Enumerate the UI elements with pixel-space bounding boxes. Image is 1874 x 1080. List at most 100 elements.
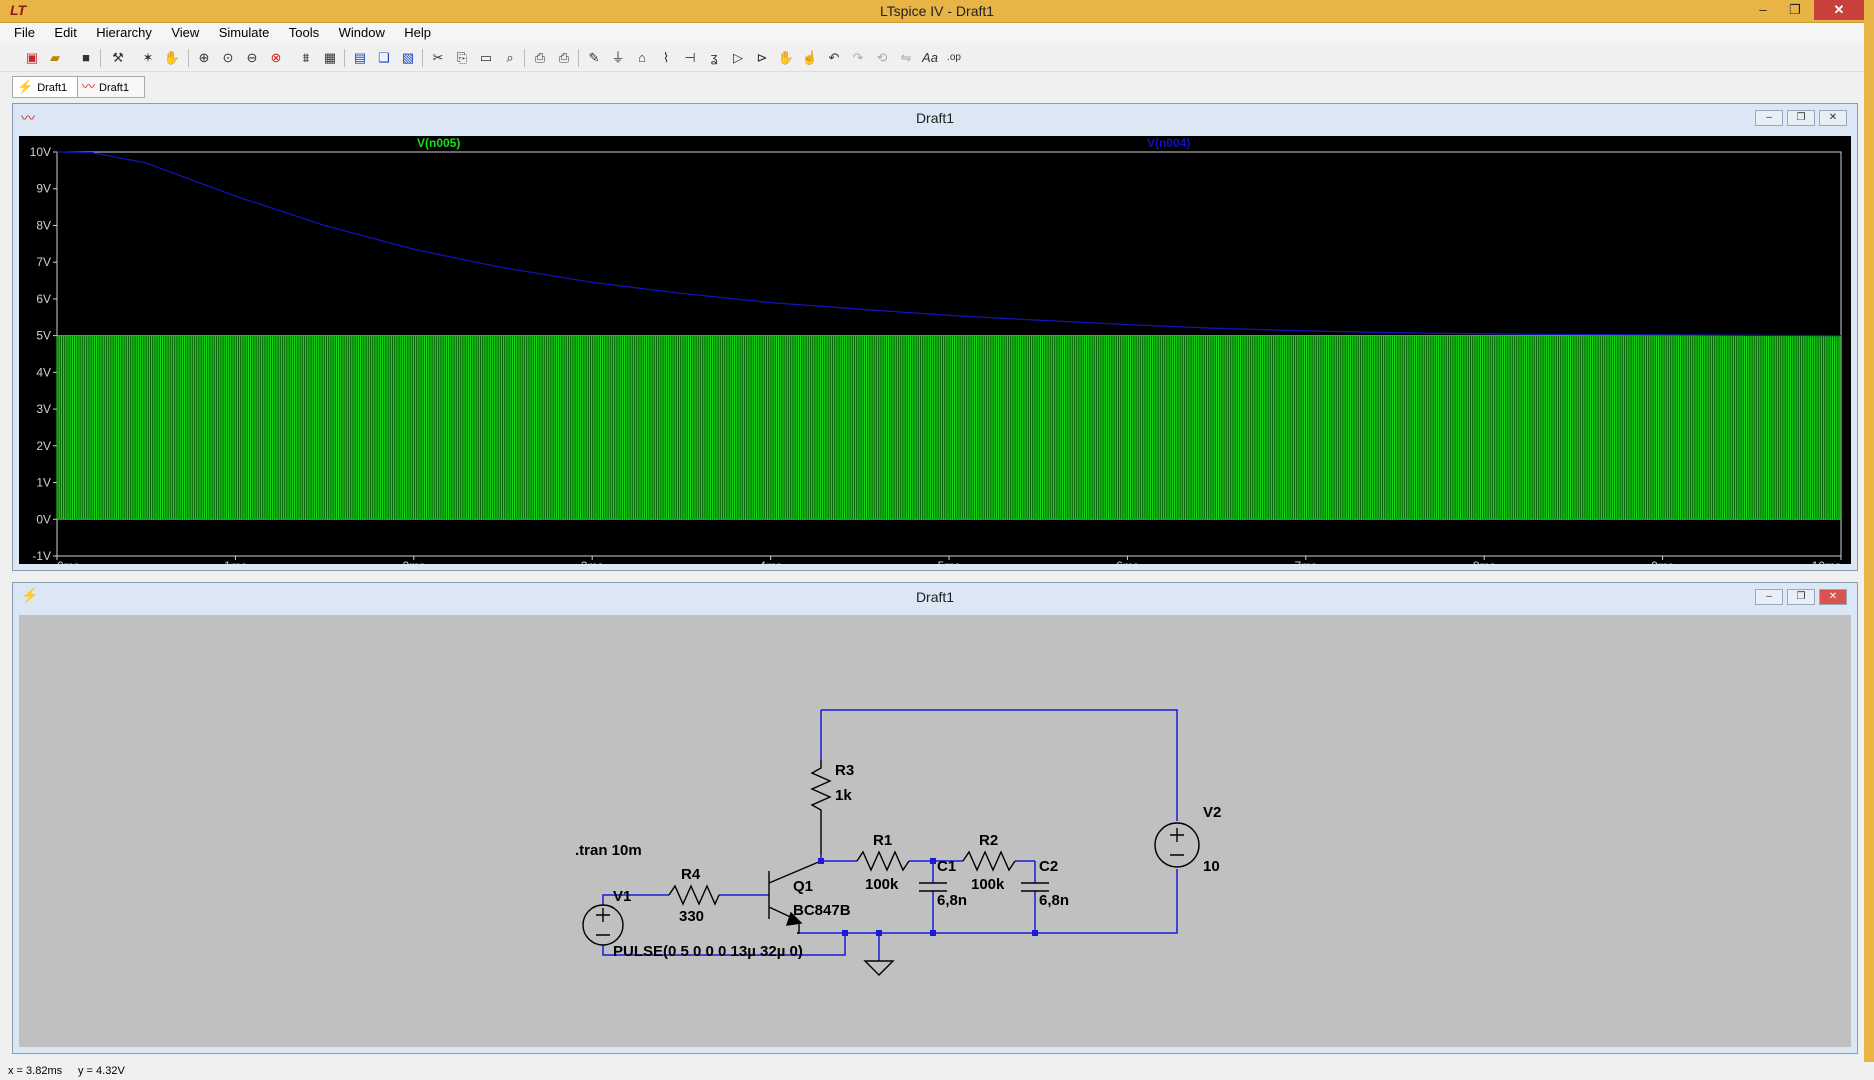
pan-icon[interactable]: ⊙ [218, 48, 238, 68]
tab-schematic[interactable]: ⚡ Draft1 [12, 76, 84, 98]
y-tick-label: 4V [36, 365, 51, 379]
toolbar-separator [100, 49, 101, 67]
drag-icon[interactable]: ☝ [800, 48, 820, 68]
spice-directive-icon[interactable]: .op [944, 48, 964, 68]
zoom-out-icon[interactable]: ⊖ [242, 48, 262, 68]
wire-top-rail [820, 709, 1178, 821]
zoom-fit-icon[interactable]: ⊗ [266, 48, 286, 68]
y-tick-label: 5V [36, 329, 51, 343]
save-icon[interactable]: ■ [76, 48, 96, 68]
schematic-minimize-button[interactable]: – [1755, 589, 1783, 605]
junction-dots [818, 858, 1038, 936]
close-all-icon[interactable]: ▧ [398, 48, 418, 68]
capacitor-c2[interactable] [1021, 882, 1049, 892]
resistor-r4[interactable] [668, 884, 720, 906]
y-tick-label: -1V [32, 549, 51, 563]
label-r2-ref: R2 [979, 832, 998, 849]
menu-file[interactable]: File [8, 23, 41, 42]
grid-icon[interactable]: ▦ [320, 48, 340, 68]
text-icon[interactable]: Aa [920, 48, 940, 68]
schematic-window-title: Draft1 [915, 589, 955, 605]
waveform-minimize-button[interactable]: – [1755, 110, 1783, 126]
menu-hierarchy[interactable]: Hierarchy [90, 23, 158, 42]
waveform-restore-button[interactable]: ❐ [1787, 110, 1815, 126]
minimize-button[interactable]: – [1748, 0, 1778, 20]
diode-icon[interactable]: ▷ [728, 48, 748, 68]
voltage-source-v1-signs [596, 908, 610, 936]
label-v2-value: 10 [1203, 858, 1220, 875]
toolbar-separator [422, 49, 423, 67]
label-r2-value: 100k [971, 876, 1005, 893]
cut-icon[interactable]: ✂ [428, 48, 448, 68]
label-r3-value: 1k [835, 787, 852, 804]
resistor-r1[interactable] [856, 850, 910, 872]
schematic-icon: ⚡ [17, 79, 34, 94]
label-v1-ref: V1 [613, 888, 631, 905]
autorange-icon[interactable]: ⩩ [296, 48, 316, 68]
schematic-window-caption: ⚡ Draft1 – ❐ ✕ [13, 583, 1857, 609]
schematic-canvas[interactable]: .tran 10m R3 1k R1 100k R2 100k C1 6,8n … [19, 615, 1851, 1047]
y-tick-label: 6V [36, 292, 51, 306]
move-icon[interactable]: ✋ [776, 48, 796, 68]
redo-icon[interactable]: ↷ [848, 48, 868, 68]
mirror-icon[interactable]: ⇋ [896, 48, 916, 68]
y-tick-label: 7V [36, 255, 51, 269]
menu-simulate[interactable]: Simulate [213, 23, 276, 42]
menu-window[interactable]: Window [333, 23, 391, 42]
open-folder-icon[interactable]: ▰ [45, 48, 65, 68]
cascade-icon[interactable]: ❏ [374, 48, 394, 68]
toolbar-separator [188, 49, 189, 67]
y-tick-label: 9V [36, 182, 51, 196]
window-title: LTspice IV - Draft1 [879, 3, 995, 19]
waveform-window: 〰 Draft1 – ❐ ✕ 10V 9V 8V 7V 6V 5V 4V 3V 2V 1V 0V -1… [12, 103, 1858, 571]
waveform-window-caption: 〰 Draft1 – ❐ ✕ [13, 104, 1857, 130]
y-tick-label: 0V [36, 512, 51, 526]
undo-icon[interactable]: ↶ [824, 48, 844, 68]
control-panel-icon[interactable]: ⚒ [108, 48, 128, 68]
junction-dot [818, 858, 824, 864]
menu-view[interactable]: View [165, 23, 205, 42]
toolbar: ▣ ▰ ■ ⚒ ✶ ✋ ⊕ ⊙ ⊖ ⊗ ⩩ ▦ ▤ ❏ ▧ ✂ ⎘ ▭ ⌕ ⎙ … [0, 45, 1874, 72]
label-r1-ref: R1 [873, 832, 892, 849]
run-icon[interactable]: ✶ [138, 48, 158, 68]
schematic-close-button[interactable]: ✕ [1819, 589, 1847, 605]
schematic-restore-button[interactable]: ❐ [1787, 589, 1815, 605]
resistor-r3[interactable] [810, 760, 832, 855]
legend-v-n004[interactable]: V(n004) [1147, 136, 1190, 150]
menu-help[interactable]: Help [398, 23, 437, 42]
y-tick-label: 8V [36, 218, 51, 232]
waveform-close-button[interactable]: ✕ [1819, 110, 1847, 126]
document-tabs: ⚡ Draft1 〰 Draft1 [0, 74, 1874, 98]
print-preview-icon[interactable]: ⎙ [530, 48, 550, 68]
resistor-r2[interactable] [962, 850, 1016, 872]
tile-horizontal-icon[interactable]: ▤ [350, 48, 370, 68]
print-icon[interactable]: ⎙ [554, 48, 574, 68]
capacitor-c1[interactable] [919, 882, 947, 892]
waveform-plot[interactable]: 10V 9V 8V 7V 6V 5V 4V 3V 2V 1V 0V -1V 0ms1ms2ms3ms4… [19, 136, 1851, 564]
trace-v-n004 [56, 151, 1842, 337]
resistor-icon[interactable]: ⌇ [656, 48, 676, 68]
rotate-icon[interactable]: ⟲ [872, 48, 892, 68]
zoom-in-icon[interactable]: ⊕ [194, 48, 214, 68]
label-c2-value: 6,8n [1039, 892, 1069, 909]
component-icon[interactable]: ⊳ [752, 48, 772, 68]
directive-tran[interactable]: .tran 10m [575, 842, 642, 859]
label-c1-value: 6,8n [937, 892, 967, 909]
ground-icon[interactable]: ⏚ [608, 48, 628, 68]
halt-icon[interactable]: ✋ [162, 48, 182, 68]
copy-icon[interactable]: ⎘ [452, 48, 472, 68]
label-net-icon[interactable]: ⌂ [632, 48, 652, 68]
capacitor-icon[interactable]: ⊣ [680, 48, 700, 68]
find-icon[interactable]: ⌕ [500, 48, 520, 68]
inductor-icon[interactable]: ʓ [704, 48, 724, 68]
menu-tools[interactable]: Tools [283, 23, 325, 42]
draw-wire-icon[interactable]: ✎ [584, 48, 604, 68]
close-button[interactable]: ✕ [1814, 0, 1864, 20]
maximize-button[interactable]: ❐ [1780, 0, 1810, 20]
label-c2-ref: C2 [1039, 858, 1058, 875]
new-schematic-icon[interactable]: ▣ [22, 48, 42, 68]
legend-v-n005[interactable]: V(n005) [417, 136, 460, 150]
menu-edit[interactable]: Edit [48, 23, 82, 42]
tab-waveform[interactable]: 〰 Draft1 [77, 76, 145, 98]
paste-icon[interactable]: ▭ [476, 48, 496, 68]
